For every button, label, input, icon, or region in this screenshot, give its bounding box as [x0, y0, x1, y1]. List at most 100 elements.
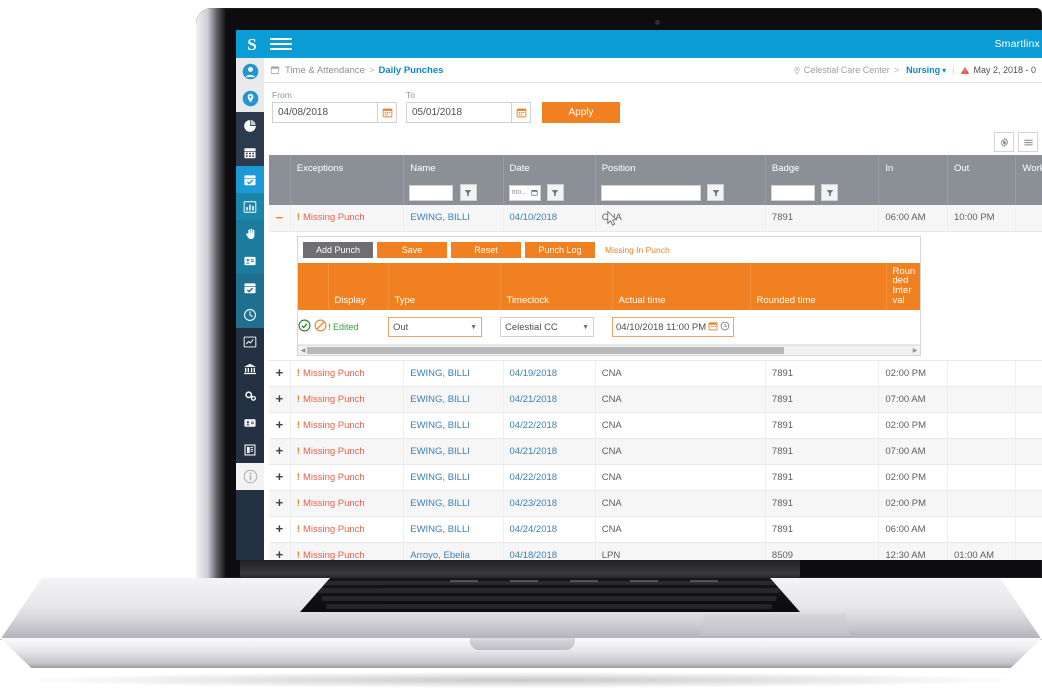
date-link[interactable]: 04/21/2018: [510, 394, 558, 405]
col-date[interactable]: Date: [503, 155, 596, 181]
gear-icon[interactable]: [994, 132, 1014, 152]
sidebar-item-payroll[interactable]: [236, 355, 264, 382]
col-badge[interactable]: Badge: [765, 155, 880, 181]
col-exceptions[interactable]: Exceptions: [290, 155, 405, 181]
cell-name[interactable]: EWING, BILLI: [403, 516, 504, 543]
row-expand-toggle[interactable]: +: [269, 386, 291, 413]
clock-icon[interactable]: [720, 321, 730, 334]
sidebar-item-analytics[interactable]: [236, 112, 264, 139]
punch-punch-log-button[interactable]: Punch Log: [525, 241, 595, 258]
date-filter-input[interactable]: mo...: [508, 184, 541, 201]
sidebar-item-profile[interactable]: [236, 58, 264, 85]
check-circle-icon[interactable]: [298, 319, 311, 335]
badge-filter-input[interactable]: [770, 184, 815, 201]
employee-link[interactable]: EWING, BILLI: [410, 446, 470, 457]
table-row[interactable]: +! Missing Punch Arroyo, Ebelia 04/18/2018 L…: [269, 542, 1042, 560]
row-expand-toggle[interactable]: +: [269, 490, 291, 517]
scroll-right-arrow-icon[interactable]: ▶: [911, 347, 919, 354]
col-out[interactable]: Out: [947, 155, 1017, 181]
sidebar-item-info[interactable]: [236, 463, 264, 490]
cell-date[interactable]: 04/19/2018: [503, 360, 596, 387]
sidebar-item-forms[interactable]: [236, 436, 264, 463]
position-filter-input[interactable]: [600, 184, 701, 201]
brand-logo[interactable]: S: [236, 36, 268, 53]
expand-icon[interactable]: +: [276, 521, 284, 536]
sidebar-item-trends[interactable]: [236, 328, 264, 355]
punch-type-select[interactable]: Out ▼: [388, 317, 482, 338]
sidebar-item-location[interactable]: [236, 85, 264, 112]
name-funnel-icon[interactable]: [459, 184, 477, 202]
punch-editor-hscrollbar[interactable]: ◀ ▶: [298, 344, 920, 355]
row-expand-toggle[interactable]: +: [269, 360, 291, 387]
scroll-left-arrow-icon[interactable]: ◀: [299, 347, 307, 354]
expand-icon[interactable]: +: [276, 469, 284, 484]
cell-date[interactable]: 04/18/2018: [503, 542, 596, 560]
collapse-icon[interactable]: −: [276, 210, 284, 225]
employee-link[interactable]: EWING, BILLI: [410, 472, 470, 483]
table-row[interactable]: +! Missing Punch EWING, BILLI 04/22/2018 CNA…: [269, 412, 1042, 439]
cell-date[interactable]: 04/10/2018: [503, 205, 596, 232]
date-link[interactable]: 04/23/2018: [510, 498, 558, 509]
row-expand-toggle[interactable]: +: [269, 412, 291, 439]
cell-name[interactable]: Arroyo, Ebelia: [403, 542, 504, 560]
punch-actual-time-input[interactable]: 04/10/2018 11:00 PM: [612, 317, 734, 338]
from-date-input[interactable]: [272, 102, 377, 123]
row-expand-toggle[interactable]: +: [269, 516, 291, 543]
punch-save-button[interactable]: Save: [377, 241, 447, 258]
date-link[interactable]: 04/24/2018: [510, 524, 558, 535]
ban-circle-icon[interactable]: [314, 319, 327, 335]
expand-icon[interactable]: +: [276, 365, 284, 380]
expand-icon[interactable]: +: [276, 391, 284, 406]
cell-date[interactable]: 04/23/2018: [503, 490, 596, 517]
date-link[interactable]: 04/22/2018: [510, 472, 558, 483]
list-menu-icon[interactable]: [1018, 132, 1038, 152]
cell-date[interactable]: 04/22/2018: [503, 464, 596, 491]
cell-date[interactable]: 04/21/2018: [503, 386, 596, 413]
position-funnel-icon[interactable]: [707, 184, 725, 202]
date-funnel-icon[interactable]: [546, 184, 564, 202]
cell-name[interactable]: EWING, BILLI: [403, 464, 504, 491]
sidebar-item-timeclock[interactable]: [236, 301, 264, 328]
row-expand-toggle[interactable]: +: [269, 542, 291, 560]
scrollbar-thumb[interactable]: [307, 346, 785, 354]
expand-icon[interactable]: +: [276, 547, 284, 560]
from-calendar-icon[interactable]: [377, 102, 397, 123]
col-work-time[interactable]: Work Time: [1015, 155, 1042, 181]
table-row[interactable]: +! Missing Punch EWING, BILLI 04/24/2018 CNA…: [269, 516, 1042, 543]
calendar-icon[interactable]: [708, 321, 718, 334]
chevron-down-icon[interactable]: ▾: [942, 66, 946, 75]
punch-timeclock-select[interactable]: Celestial CC ▼: [500, 317, 594, 338]
col-position[interactable]: Position: [595, 155, 766, 181]
sidebar-item-scheduling[interactable]: [236, 274, 264, 301]
to-calendar-icon[interactable]: [511, 102, 531, 123]
date-link[interactable]: 04/10/2018: [510, 212, 558, 223]
table-row[interactable]: −! Missing Punch EWING, BILLI 04/10/2018 CNA…: [269, 205, 1042, 232]
table-row[interactable]: +! Missing Punch EWING, BILLI 04/22/2018 CNA…: [269, 464, 1042, 491]
expand-icon[interactable]: +: [276, 417, 284, 432]
cell-name[interactable]: EWING, BILLI: [403, 438, 504, 465]
date-link[interactable]: 04/21/2018: [510, 446, 558, 457]
employee-link[interactable]: EWING, BILLI: [410, 368, 470, 379]
date-link[interactable]: 04/22/2018: [510, 420, 558, 431]
apply-button[interactable]: Apply: [542, 102, 620, 123]
col-in[interactable]: In: [878, 155, 948, 181]
expand-icon[interactable]: +: [276, 443, 284, 458]
sidebar-item-approvals[interactable]: [236, 220, 264, 247]
employee-link[interactable]: EWING, BILLI: [410, 524, 470, 535]
employee-link[interactable]: EWING, BILLI: [410, 498, 470, 509]
hamburger-icon[interactable]: [270, 38, 292, 50]
breadcrumb-department[interactable]: Nursing: [906, 65, 940, 75]
employee-link[interactable]: EWING, BILLI: [410, 394, 470, 405]
table-row[interactable]: +! Missing Punch EWING, BILLI 04/21/2018 CNA…: [269, 438, 1042, 465]
employee-link[interactable]: EWING, BILLI: [410, 420, 470, 431]
table-row[interactable]: +! Missing Punch EWING, BILLI 04/23/2018 CNA…: [269, 490, 1042, 517]
table-row[interactable]: +! Missing Punch EWING, BILLI 04/21/2018 CNA…: [269, 386, 1042, 413]
employee-link[interactable]: Arroyo, Ebelia: [410, 550, 470, 560]
cell-name[interactable]: EWING, BILLI: [403, 412, 504, 439]
cell-name[interactable]: EWING, BILLI: [403, 490, 504, 517]
cell-date[interactable]: 04/21/2018: [503, 438, 596, 465]
breadcrumb-location[interactable]: Celestial Care Center: [804, 65, 890, 75]
row-expand-toggle[interactable]: +: [269, 464, 291, 491]
row-expand-toggle[interactable]: −: [269, 205, 291, 232]
date-link[interactable]: 04/19/2018: [510, 368, 558, 379]
